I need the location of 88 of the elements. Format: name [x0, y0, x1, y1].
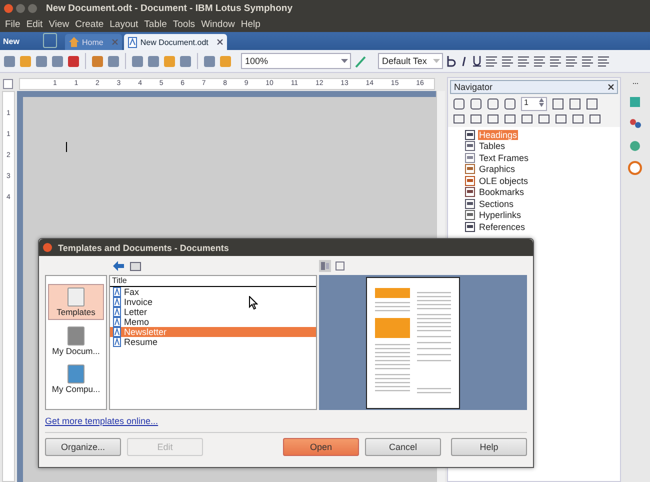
- tab[interactable]: New Document.odt: [124, 34, 228, 50]
- navigator-tool-icon[interactable]: [589, 112, 601, 124]
- template-item[interactable]: Resume: [110, 337, 316, 347]
- navigator-item[interactable]: OLE objects: [478, 176, 530, 186]
- navigator-tool-icon[interactable]: [487, 112, 499, 124]
- document-properties-icon[interactable]: [334, 260, 346, 272]
- dialog-button[interactable]: Open: [283, 438, 359, 456]
- place-item[interactable]: My Docum...: [49, 324, 103, 358]
- preview-toggle-icon[interactable]: [319, 260, 331, 272]
- navigator-tool-icon[interactable]: [555, 112, 567, 124]
- justify-icon[interactable]: [533, 55, 546, 67]
- monitor-icon: [65, 364, 87, 384]
- align-left-icon[interactable]: [485, 55, 498, 67]
- grip-icon[interactable]: [632, 83, 638, 87]
- category-icon: [465, 164, 475, 174]
- underline-icon[interactable]: [472, 55, 482, 67]
- menu-item[interactable]: Table: [141, 18, 170, 30]
- more-templates-link[interactable]: Get more templates online...: [45, 416, 158, 426]
- tab-stop-icon[interactable]: [3, 79, 13, 89]
- navigator-tool-icon[interactable]: [453, 112, 465, 124]
- dialog-button[interactable]: Organize...: [45, 438, 121, 456]
- people-icon[interactable]: [628, 117, 642, 131]
- navigator-item[interactable]: Hyperlinks: [478, 210, 522, 220]
- place-item[interactable]: Templates: [48, 284, 104, 320]
- navigator-tool-icon[interactable]: [586, 98, 598, 110]
- template-item[interactable]: Invoice: [110, 297, 316, 307]
- align-right-icon[interactable]: [517, 55, 530, 67]
- navigator-tool-icon[interactable]: [572, 112, 584, 124]
- navigator-tool-icon[interactable]: [552, 98, 564, 110]
- menu-item[interactable]: View: [46, 18, 72, 30]
- navigator-tool-icon[interactable]: [538, 112, 550, 124]
- category-icon: [465, 130, 475, 140]
- dialog-button[interactable]: Cancel: [365, 438, 441, 456]
- place-item[interactable]: My Compu...: [49, 362, 103, 396]
- navigator-tool-icon[interactable]: [504, 98, 516, 110]
- navigator-item[interactable]: Graphics: [478, 164, 516, 174]
- category-icon: [465, 152, 475, 163]
- menu-item[interactable]: Layout: [106, 18, 142, 30]
- zoom-field[interactable]: 100%: [241, 53, 351, 69]
- template-item[interactable]: Fax: [110, 287, 316, 297]
- navigator-item[interactable]: References: [478, 222, 526, 232]
- column-header[interactable]: Title: [110, 276, 316, 287]
- spin-arrows-icon[interactable]: [539, 98, 544, 106]
- navigator-item[interactable]: Tables: [478, 141, 506, 152]
- document-icon: [128, 36, 138, 48]
- navigator-tool-icon[interactable]: [453, 98, 465, 110]
- category-icon: [465, 141, 475, 152]
- close-tab-icon[interactable]: [217, 39, 224, 45]
- menu-item[interactable]: Help: [238, 18, 264, 30]
- dialog-button[interactable]: Help: [451, 438, 527, 456]
- navigator-tool-icon[interactable]: [487, 98, 499, 110]
- category-icon: [465, 187, 475, 198]
- category-icon: [465, 210, 475, 220]
- window-title: New Document.odt - Document - IBM Lotus Symphony: [46, 2, 292, 14]
- navigator-header: Navigator: [450, 80, 618, 94]
- template-item[interactable]: Letter: [110, 307, 316, 317]
- text-cursor: [66, 142, 67, 152]
- menu-item[interactable]: File: [2, 18, 24, 30]
- close-icon[interactable]: [608, 84, 614, 90]
- category-icon: [465, 176, 475, 186]
- category-icon: [465, 222, 475, 232]
- document-icon: [65, 287, 87, 307]
- pages-icon[interactable]: [43, 33, 57, 48]
- dialog-title: Templates and Documents - Documents: [58, 242, 229, 252]
- navigator-item[interactable]: Sections: [478, 198, 515, 209]
- category-icon: [465, 198, 475, 209]
- menu-item[interactable]: Edit: [23, 18, 46, 30]
- new-label[interactable]: New: [3, 36, 35, 46]
- navigator-tool-icon[interactable]: [521, 112, 533, 124]
- navigator-tool-icon[interactable]: [470, 98, 482, 110]
- template-item[interactable]: Memo: [110, 317, 316, 327]
- navigator-tool-icon[interactable]: [504, 112, 516, 124]
- menu-item[interactable]: Window: [198, 18, 238, 30]
- navigator-tool-icon[interactable]: [470, 112, 482, 124]
- style-field[interactable]: Default Tex: [378, 53, 443, 69]
- navigator-tool-icon[interactable]: [569, 98, 581, 110]
- back-arrow-icon[interactable]: [113, 260, 124, 270]
- align-center-icon[interactable]: [501, 55, 514, 67]
- dropdown-arrow-icon[interactable]: [341, 59, 348, 63]
- menu-item[interactable]: Create: [72, 18, 107, 30]
- house-icon: [69, 37, 79, 47]
- bold-icon[interactable]: [446, 55, 456, 67]
- mouse-pointer-icon: [249, 296, 258, 310]
- menu-item[interactable]: Tools: [170, 18, 198, 30]
- navigator-item[interactable]: Text Frames: [478, 152, 530, 163]
- page-number-field[interactable]: 1: [521, 96, 547, 110]
- pen-icon[interactable]: [354, 54, 367, 68]
- navigator-item[interactable]: Bookmarks: [478, 187, 526, 198]
